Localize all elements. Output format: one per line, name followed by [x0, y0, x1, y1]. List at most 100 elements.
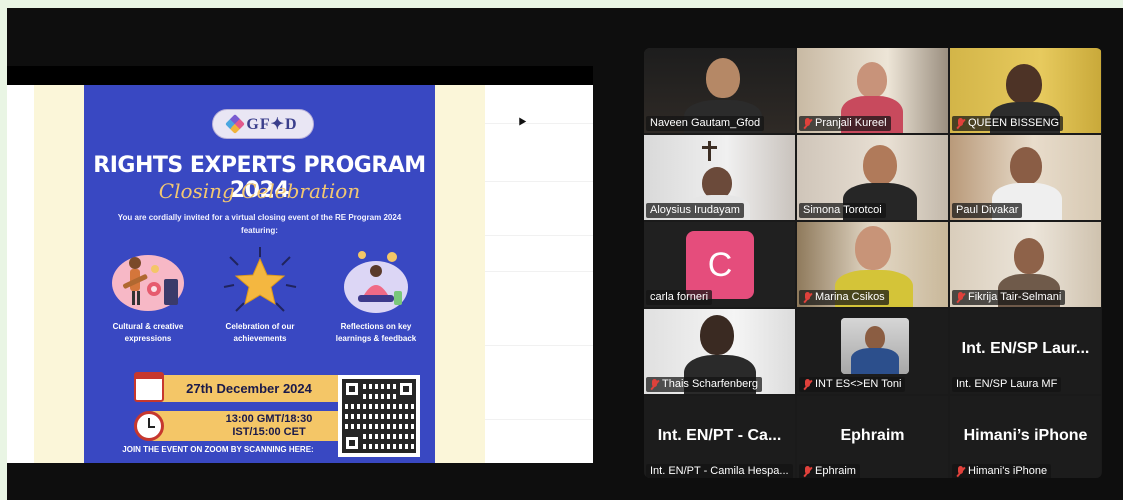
participant-tile[interactable]: Thais Scharfenberg	[644, 309, 795, 394]
participant-name-label: Int. EN/SP Laura MF	[952, 377, 1062, 392]
participant-name: Paul Divakar	[956, 204, 1019, 216]
participant-display-name: Ephraim	[840, 427, 905, 444]
profile-photo	[841, 318, 909, 374]
participant-head	[865, 326, 885, 350]
participant-name-label: QUEEN BISSENG	[952, 116, 1064, 131]
participant-tile[interactable]: Pranjali Kureel	[797, 48, 948, 133]
participant-name-label: Thais Scharfenberg	[646, 377, 762, 392]
event-date-badge: 27th December 2024	[134, 372, 358, 402]
mic-muted-icon	[956, 118, 965, 129]
qr-finder	[342, 433, 362, 453]
star-illustration-icon	[223, 247, 297, 312]
left-margin-strip	[34, 85, 84, 463]
qr-code-pattern	[342, 379, 416, 453]
feature-caption: Cultural & creative expressions	[112, 322, 184, 343]
qr-finder	[342, 379, 362, 399]
participant-head	[700, 315, 734, 355]
participant-name: Pranjali Kureel	[815, 117, 887, 129]
mic-muted-icon	[803, 379, 812, 390]
calendar-icon	[134, 372, 164, 402]
shared-screen[interactable]: GF✦D RIGHTS EXPERTS PROGRAM 2024 Closing…	[7, 66, 593, 463]
event-time-line2: IST/15:00 CET	[232, 426, 306, 438]
participant-name: carla forneri	[650, 291, 709, 303]
participant-name-label: Simona Torotcoi	[799, 203, 886, 218]
participant-display-name: Int. EN/SP Laur...	[961, 340, 1090, 357]
qr-code-icon	[338, 375, 420, 457]
mic-muted-icon	[650, 379, 659, 390]
grid-line	[485, 123, 593, 124]
grid-line	[485, 181, 593, 182]
participant-body	[851, 348, 899, 374]
participant-head	[1014, 238, 1044, 274]
participant-name-label: Int. EN/PT - Camila Hespa...	[646, 464, 793, 478]
participant-name: Naveen Gautam_Gfod	[650, 117, 761, 129]
cross-icon	[708, 141, 711, 161]
participant-name: Himani's iPhone	[968, 465, 1048, 477]
event-poster: GF✦D RIGHTS EXPERTS PROGRAM 2024 Closing…	[84, 85, 435, 463]
grid-line	[485, 419, 593, 420]
poster-intro: You are cordially invited for a virtual …	[117, 213, 402, 235]
participant-name-label: INT ES<>EN Toni	[799, 377, 906, 392]
cross-bar	[702, 146, 717, 149]
participant-tile[interactable]: Marina Csikos	[797, 222, 948, 307]
participant-tile[interactable]: Fikrija Tair-Selmani	[950, 222, 1101, 307]
event-date: 27th December 2024	[186, 381, 312, 396]
participant-name-label: Marina Csikos	[799, 290, 889, 305]
participant-display-name: Himani’s iPhone	[963, 427, 1088, 444]
mic-muted-icon	[803, 466, 812, 477]
music-performers-illustration-icon	[112, 255, 184, 311]
participant-name-label: Paul Divakar	[952, 203, 1023, 218]
participant-tile-active-speaker[interactable]: Paul Divakar	[950, 135, 1101, 220]
participant-name: Aloysius Irudayam	[650, 204, 740, 216]
clock-icon	[134, 411, 164, 441]
mic-muted-icon	[803, 118, 812, 129]
shared-screen-canvas: GF✦D RIGHTS EXPERTS PROGRAM 2024 Closing…	[7, 85, 593, 463]
participant-head	[1010, 147, 1042, 185]
gfod-logo: GF✦D	[212, 109, 314, 139]
participant-head	[857, 62, 887, 98]
participant-name-label: Pranjali Kureel	[799, 116, 891, 131]
blank-document-area	[485, 85, 593, 463]
grid-line	[485, 271, 593, 272]
participant-tile[interactable]: Naveen Gautam_Gfod	[644, 48, 795, 133]
grid-line	[485, 235, 593, 236]
feature-caption: Celebration of our achievements	[225, 322, 295, 343]
participant-name: Ephraim	[815, 465, 856, 477]
logo-text: GF✦D	[246, 116, 298, 133]
participant-tile[interactable]: Himani’s iPhone Himani's iPhone	[950, 396, 1101, 478]
participant-name: Int. EN/SP Laura MF	[956, 378, 1058, 390]
mic-muted-icon	[956, 466, 965, 477]
participant-head	[1006, 64, 1042, 104]
right-margin-strip	[435, 85, 485, 463]
participant-name-label: Himani's iPhone	[952, 464, 1052, 478]
participant-tile[interactable]: QUEEN BISSENG	[950, 48, 1101, 133]
participant-head	[706, 58, 740, 98]
participant-name-label: carla forneri	[646, 290, 713, 305]
participant-name-label: Aloysius Irudayam	[646, 203, 744, 218]
poster-subtitle: Closing Celebration	[158, 179, 361, 203]
participant-name-label: Fikrija Tair-Selmani	[952, 290, 1066, 305]
participant-tile[interactable]: Int. EN/SP Laur... Int. EN/SP Laura MF	[950, 309, 1101, 394]
event-time-line1: 13:00 GMT/18:30	[225, 413, 313, 425]
participant-name: Fikrija Tair-Selmani	[968, 291, 1062, 303]
participant-name-label: Naveen Gautam_Gfod	[646, 116, 765, 131]
participant-name: Marina Csikos	[815, 291, 885, 303]
participant-tile[interactable]: C carla forneri	[644, 222, 795, 307]
feature-caption: Reflections on key learnings & feedback	[335, 322, 417, 343]
participant-tile[interactable]: INT ES<>EN Toni	[797, 309, 948, 394]
participant-name: Thais Scharfenberg	[662, 378, 758, 390]
participant-name: Int. EN/PT - Camila Hespa...	[650, 465, 789, 477]
event-time-badge: 13:00 GMT/18:30 IST/15:00 CET	[134, 411, 358, 441]
participant-tile[interactable]: Simona Torotcoi	[797, 135, 948, 220]
participant-tile[interactable]: Ephraim Ephraim	[797, 396, 948, 478]
participant-head	[855, 226, 891, 270]
participant-name: INT ES<>EN Toni	[815, 378, 902, 390]
participant-tile[interactable]: Aloysius Irudayam	[644, 135, 795, 220]
participant-gallery: Naveen Gautam_Gfod Pranjali Kureel QUEEN…	[644, 48, 1102, 478]
join-instruction: JOIN THE EVENT ON ZOOM BY SCANNING HERE:	[122, 445, 314, 454]
mic-muted-icon	[956, 292, 965, 303]
participant-tile[interactable]: Int. EN/PT - Ca... Int. EN/PT - Camila H…	[644, 396, 795, 478]
qr-finder	[396, 379, 416, 399]
grid-line	[485, 345, 593, 346]
participant-name-label: Ephraim	[799, 464, 860, 478]
